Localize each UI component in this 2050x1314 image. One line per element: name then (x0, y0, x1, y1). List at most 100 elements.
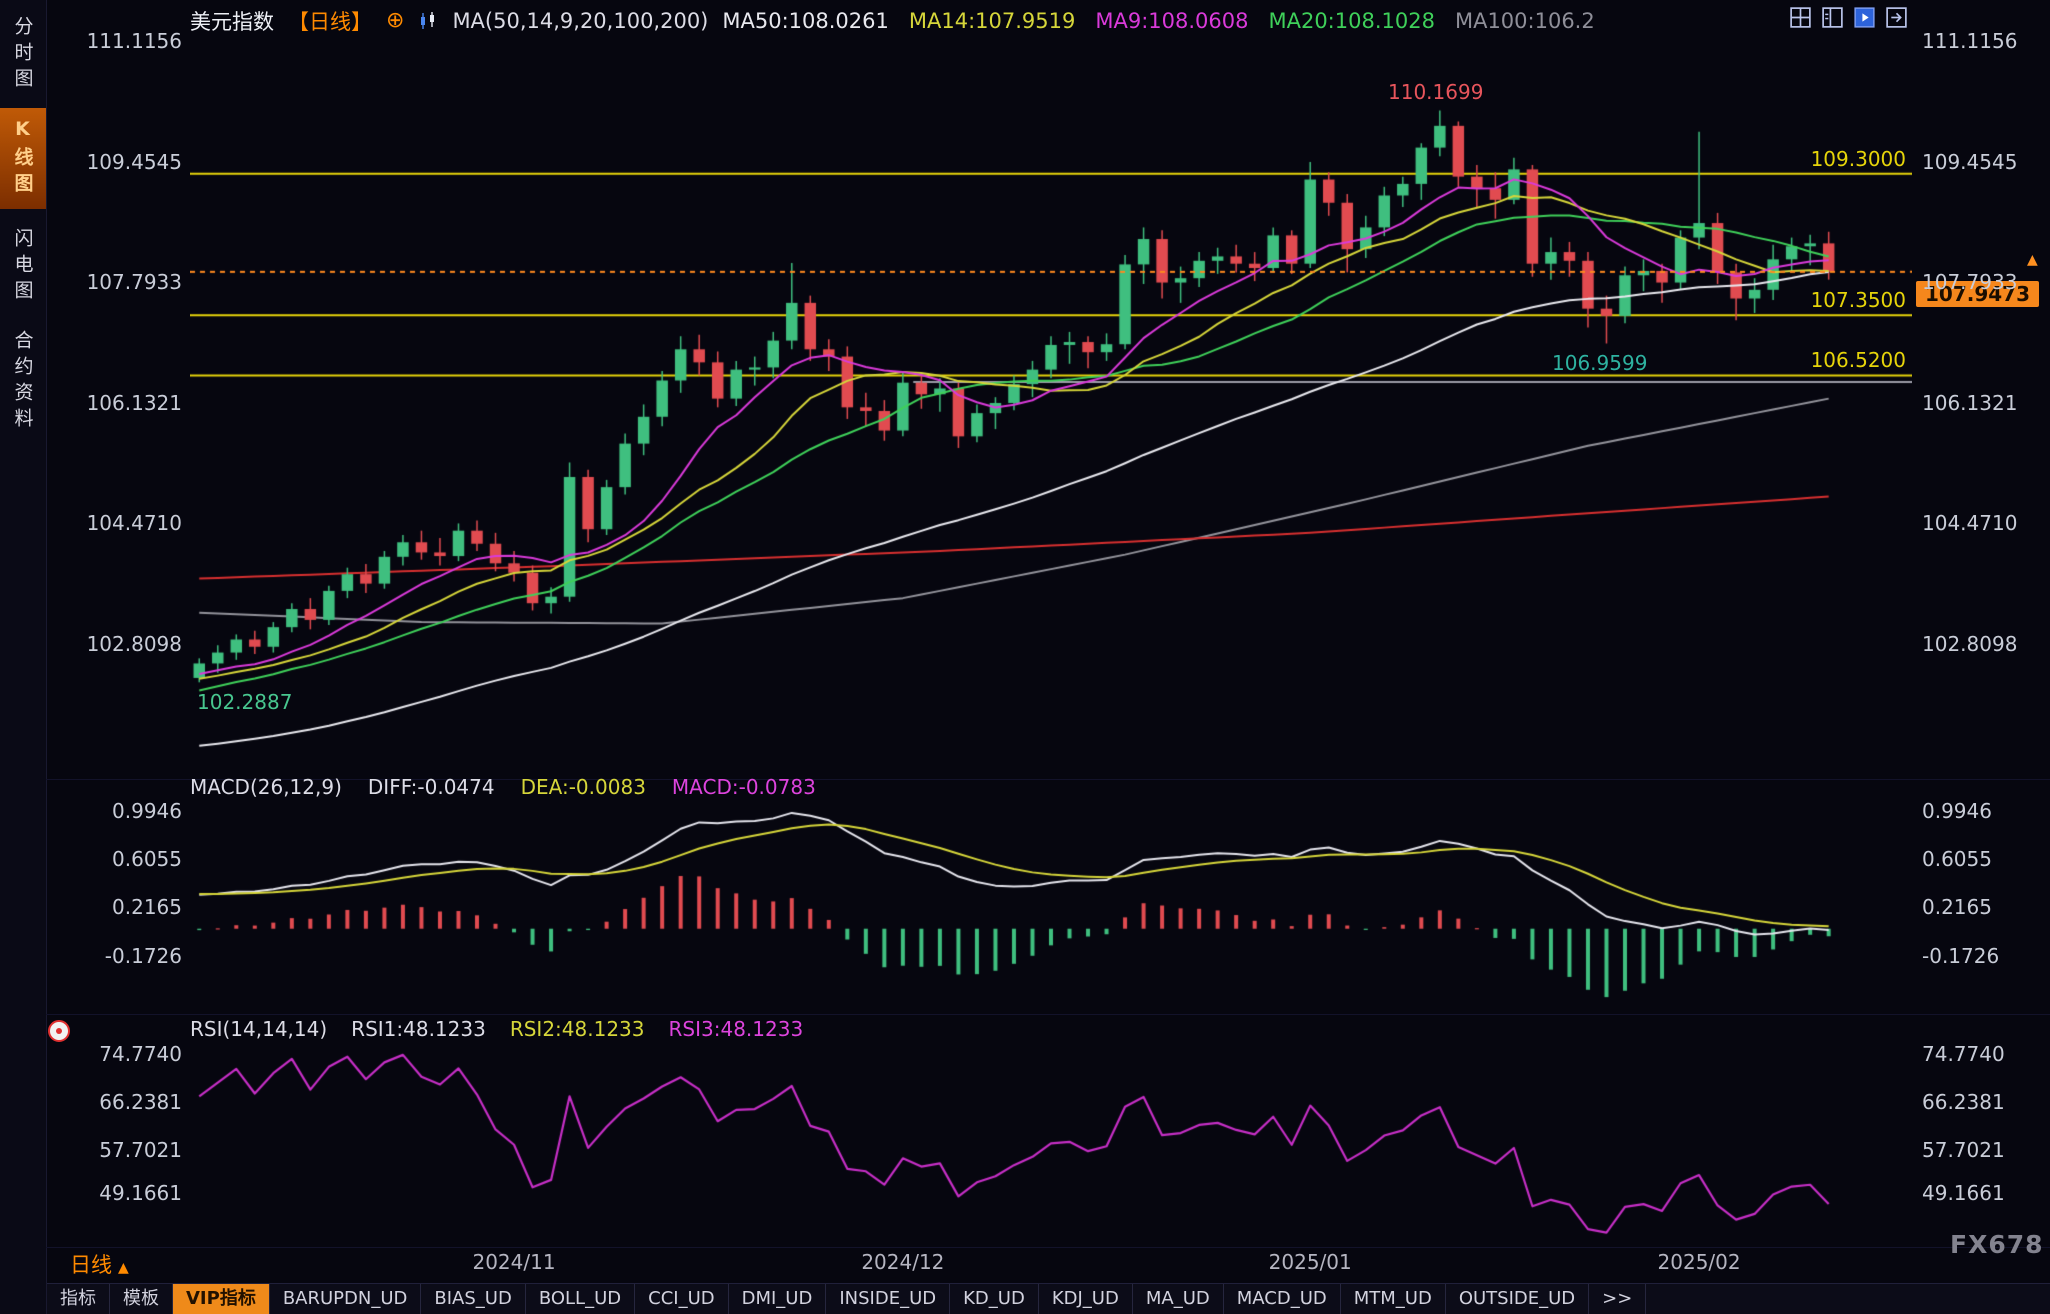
macd-y-label-left: 0.2165 (50, 895, 182, 919)
rsi-alert-icon[interactable] (48, 1020, 70, 1042)
sidebar-item-label: K线图 (10, 118, 37, 199)
main-y-label-right: 106.1321 (1922, 391, 2017, 415)
main-chart-canvas[interactable] (190, 40, 1912, 776)
ma-legend-ma100: MA100:106.2 (1455, 9, 1595, 33)
macd-diff-value: DIFF:-0.0474 (368, 775, 495, 799)
hline-price-label: 107.3500 (1706, 288, 1906, 312)
ma-legend-ma50: MA50:108.0261 (722, 9, 888, 33)
toolbar-tab-cci-ud[interactable]: CCI_UD (635, 1284, 728, 1314)
main-y-label-left: 106.1321 (50, 391, 182, 415)
macd-y-label-left: -0.1726 (50, 944, 182, 968)
main-y-label-left: 102.8098 (50, 632, 182, 656)
toolbar-tab-mtm-ud[interactable]: MTM_UD (1341, 1284, 1446, 1314)
rsi-y-label-left: 66.2381 (50, 1090, 182, 1114)
x-axis-label: 2025/01 (1250, 1250, 1370, 1274)
swing-high-label: 110.1699 (1388, 80, 1483, 104)
rsi-panel-canvas[interactable] (190, 1046, 1912, 1246)
macd-header: MACD(26,12,9) DIFF:-0.0474 DEA:-0.0083 M… (190, 774, 816, 800)
main-y-label-right: 111.1156 (1922, 29, 2017, 53)
rsi-title: RSI(14,14,14) (190, 1017, 327, 1041)
main-y-label-left: 104.4710 (50, 511, 182, 535)
x-axis-label: 2024/12 (843, 1250, 963, 1274)
sidebar-item-kline-chart[interactable]: K线图 (0, 108, 46, 209)
chevron-up-icon: ▲ (118, 1260, 129, 1276)
sidebar-item-lightning-chart[interactable]: 闪电图 (0, 218, 46, 316)
toolbar-tab-outside-ud[interactable]: OUTSIDE_UD (1446, 1284, 1589, 1314)
macd-y-label-right: 0.6055 (1922, 847, 1992, 871)
price-up-arrow-icon: ▲ (2027, 252, 2038, 268)
rsi-y-label-left: 57.7021 (50, 1138, 182, 1162)
toolbar-tab-macd-ud[interactable]: MACD_UD (1224, 1284, 1341, 1314)
rsi-y-label-right: 57.7021 (1922, 1138, 2005, 1162)
window-controls (1788, 5, 1909, 30)
toolbar-tab-more[interactable]: >> (1589, 1284, 1646, 1314)
main-y-label-right: 104.4710 (1922, 511, 2017, 535)
period-selector-label: 日线 (70, 1253, 112, 1277)
ma-legend: MA50:108.0261 MA14:107.9519 MA9:108.0608 MA… (722, 9, 1594, 33)
period-tag: 【日线】 (288, 6, 372, 36)
panel-divider (46, 1014, 2050, 1015)
toolbar-tab-kd-ud[interactable]: KD_UD (950, 1284, 1039, 1314)
hline-price-label: 109.3000 (1706, 147, 1906, 171)
rsi-y-label-left: 49.1661 (50, 1181, 182, 1205)
ma-group-label: MA(50,14,9,20,100,200) (452, 9, 708, 33)
sidebar-item-contract-info[interactable]: 合约资料 (0, 320, 46, 444)
layout-split-icon[interactable] (1820, 5, 1845, 30)
current-price-tag: 107.9473 (1916, 281, 2039, 307)
toolbar-tab-vip-indicators[interactable]: VIP指标 (173, 1284, 270, 1314)
period-selector[interactable]: 日线 ▲ (70, 1249, 129, 1279)
rsi-y-label-right: 66.2381 (1922, 1090, 2005, 1114)
ma-legend-ma20: MA20:108.1028 (1268, 9, 1434, 33)
macd-dea-value: DEA:-0.0083 (521, 775, 646, 799)
main-y-label-left: 109.4545 (50, 150, 182, 174)
watermark: FX678 (1950, 1230, 2044, 1259)
layout-export-icon[interactable] (1884, 5, 1909, 30)
toolbar-tab-kdj-ud[interactable]: KDJ_UD (1039, 1284, 1133, 1314)
macd-y-label-right: -0.1726 (1922, 944, 1999, 968)
rsi-y-label-right: 49.1661 (1922, 1181, 2005, 1205)
x-axis-label: 2025/02 (1639, 1250, 1759, 1274)
rsi-header: RSI(14,14,14) RSI1:48.1233 RSI2:48.1233 … (190, 1016, 803, 1042)
macd-y-label-right: 0.9946 (1922, 799, 1992, 823)
bottom-toolbar: 指标模板VIP指标BARUPDN_UDBIAS_UDBOLL_UDCCI_UDD… (47, 1283, 2050, 1314)
rsi-y-label-right: 74.7740 (1922, 1042, 2005, 1066)
toolbar-tab-ma-ud[interactable]: MA_UD (1133, 1284, 1224, 1314)
toolbar-tab-bias-ud[interactable]: BIAS_UD (421, 1284, 525, 1314)
sidebar-item-label: 闪电图 (10, 228, 37, 306)
toolbar-tab-barupdn-ud[interactable]: BARUPDN_UD (270, 1284, 422, 1314)
x-axis-label: 2024/11 (454, 1250, 574, 1274)
sidebar-item-timeshare-chart[interactable]: 分时图 (0, 6, 46, 104)
left-sidebar: 分时图 K线图 闪电图 合约资料 (0, 0, 47, 1314)
kline-chart-icon[interactable] (418, 11, 438, 31)
main-y-label-right: 109.4545 (1922, 150, 2017, 174)
main-y-label-left: 107.7933 (50, 270, 182, 294)
chart-header: 美元指数 【日线】 ⊕ MA(50,14,9,20,100,200) MA50:… (190, 6, 1595, 36)
macd-y-label-right: 0.2165 (1922, 895, 1992, 919)
macd-macd-value: MACD:-0.0783 (672, 775, 816, 799)
rsi2-value: RSI2:48.1233 (510, 1017, 645, 1041)
trading-terminal: 分时图 K线图 闪电图 合约资料 美元指数 【日线】 ⊕ MA(50,14,9,… (0, 0, 2050, 1314)
rsi1-value: RSI1:48.1233 (351, 1017, 486, 1041)
sidebar-item-label: 合约资料 (10, 330, 37, 434)
macd-panel-canvas[interactable] (190, 800, 1912, 1010)
toolbar-tab-inside-ud[interactable]: INSIDE_UD (826, 1284, 950, 1314)
main-y-label-left: 111.1156 (50, 29, 182, 53)
main-y-label-right: 102.8098 (1922, 632, 2017, 656)
ma-legend-ma9: MA9:108.0608 (1095, 9, 1248, 33)
sidebar-item-label: 分时图 (10, 16, 37, 94)
rsi3-value: RSI3:48.1233 (669, 1017, 804, 1041)
toolbar-tab-templates[interactable]: 模板 (110, 1284, 173, 1314)
ma-legend-ma14: MA14:107.9519 (909, 9, 1075, 33)
rsi-y-label-left: 74.7740 (50, 1042, 182, 1066)
symbol-name: 美元指数 (190, 6, 274, 36)
panel-divider (46, 1247, 2050, 1248)
toolbar-tab-indicators[interactable]: 指标 (47, 1284, 110, 1314)
swing-low-start-label: 102.2887 (197, 690, 292, 714)
layout-play-icon[interactable] (1852, 5, 1877, 30)
toolbar-tab-boll-ud[interactable]: BOLL_UD (526, 1284, 635, 1314)
macd-y-label-left: 0.9946 (50, 799, 182, 823)
layout-grid-icon[interactable] (1788, 5, 1813, 30)
overlay-add-icon[interactable]: ⊕ (386, 11, 404, 31)
hline-price-label: 106.5200 (1706, 348, 1906, 372)
toolbar-tab-dmi-ud[interactable]: DMI_UD (729, 1284, 827, 1314)
